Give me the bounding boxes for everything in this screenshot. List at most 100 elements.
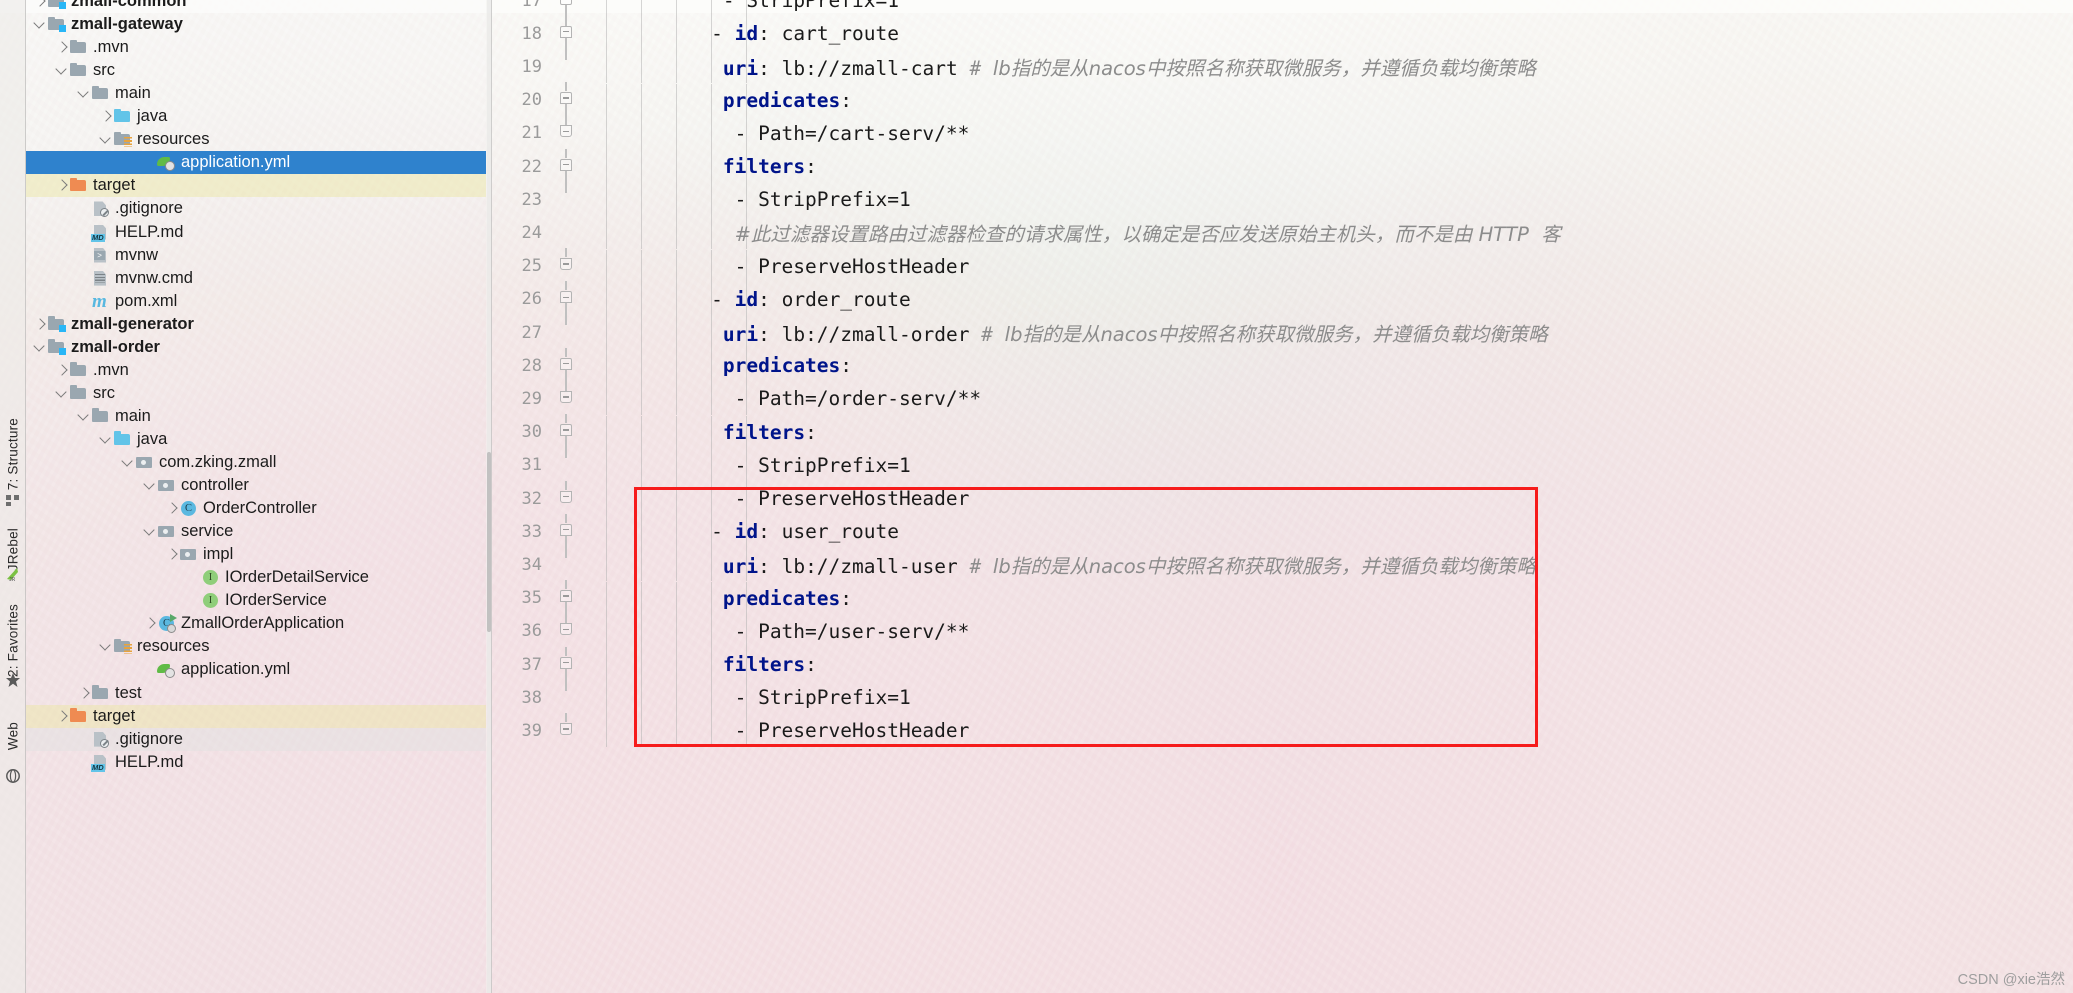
code-fold-marker[interactable] [558, 613, 574, 640]
chevron-right-icon[interactable] [32, 317, 47, 332]
tree-node[interactable]: zmall-generator [26, 313, 486, 336]
chevron-right-icon[interactable] [54, 709, 69, 724]
code-fold-marker[interactable] [558, 82, 574, 127]
tree-node[interactable]: test [26, 682, 486, 705]
code-fold-marker[interactable] [558, 712, 574, 740]
chevron-down-icon[interactable] [76, 86, 91, 101]
code-line[interactable]: 29 - Path=/order-serv/** [486, 380, 2073, 416]
tree-node[interactable]: application.yml [26, 151, 486, 175]
code-fold-marker[interactable] [558, 513, 574, 558]
chevron-right-icon[interactable] [98, 109, 113, 124]
tree-node[interactable]: pom.xml [26, 290, 486, 313]
code-line[interactable]: 23 - StripPrefix=1 [486, 183, 2073, 217]
code-fold-marker[interactable] [558, 281, 574, 326]
code-line[interactable]: 36 - Path=/user-serv/** [486, 613, 2073, 648]
chevron-down-icon[interactable] [32, 17, 47, 32]
left-tool-window-strip[interactable]: 7: Structure JRebel JR 2: Favorites Web [0, 0, 26, 993]
tree-node[interactable]: zmall-common [26, 0, 486, 13]
tree-node[interactable]: OrderController [26, 497, 486, 520]
chevron-down-icon[interactable] [142, 478, 157, 493]
code-line[interactable]: 28 predicates: [486, 347, 2073, 392]
chevron-right-icon[interactable] [54, 363, 69, 378]
project-tool-window[interactable]: zmall-common zmall-gateway .mvn src main java… [26, 0, 486, 993]
code-line[interactable]: 18 - id: cart_route [486, 15, 2073, 60]
chevron-right-icon[interactable] [164, 501, 179, 516]
chevron-down-icon[interactable] [98, 132, 113, 147]
chevron-right-icon[interactable] [142, 616, 157, 631]
chevron-down-icon[interactable] [32, 340, 47, 355]
code-line[interactable]: 21 - Path=/cart-serv/** [486, 115, 2073, 150]
tree-node[interactable]: service [26, 520, 486, 543]
chevron-down-icon[interactable] [98, 432, 113, 447]
tree-node[interactable]: .gitignore [26, 197, 486, 220]
tool-tab-jrebel[interactable]: JRebel [5, 528, 20, 571]
code-line[interactable]: 39 - PreserveHostHeader [486, 712, 2073, 748]
code-fold-marker[interactable] [558, 480, 574, 508]
code-line[interactable]: 38 - StripPrefix=1 [486, 681, 2073, 715]
code-line[interactable]: 22 filters: [486, 148, 2073, 193]
tree-node[interactable]: MD HELP.md [26, 751, 486, 774]
code-line[interactable]: 26 - id: order_route [486, 281, 2073, 326]
chevron-right-icon[interactable] [54, 178, 69, 193]
chevron-right-icon[interactable] [54, 40, 69, 55]
tree-node[interactable]: > mvnw [26, 244, 486, 267]
code-fold-marker[interactable] [558, 414, 574, 459]
tree-node[interactable]: mvnw.cmd [26, 267, 486, 290]
chevron-down-icon[interactable] [98, 639, 113, 654]
code-fold-marker[interactable] [558, 646, 574, 691]
tree-node[interactable]: com.zking.zmall [26, 451, 486, 474]
code-line[interactable]: 20 predicates: [486, 82, 2073, 127]
code-fold-marker[interactable] [558, 580, 574, 625]
chevron-right-icon[interactable] [76, 686, 91, 701]
tree-node[interactable]: src [26, 382, 486, 405]
tree-node[interactable]: ZmallOrderApplication [26, 612, 486, 635]
tree-node[interactable]: controller [26, 474, 486, 497]
tree-node[interactable]: MD HELP.md [26, 221, 486, 244]
tree-node[interactable]: zmall-order [26, 336, 486, 359]
code-line[interactable]: 32 - PreserveHostHeader [486, 480, 2073, 515]
tree-node[interactable]: IOrderService [26, 589, 486, 612]
code-line[interactable]: 35 predicates: [486, 580, 2073, 625]
tree-node[interactable]: target [26, 704, 486, 728]
tree-node[interactable]: application.yml [26, 658, 486, 681]
tree-node[interactable]: .gitignore [26, 727, 486, 751]
tree-node[interactable]: resources [26, 635, 486, 658]
code-line[interactable]: 34 uri: lb://zmall-user # lb指的是从nacos中按照名… [486, 548, 2073, 582]
tree-node[interactable]: main [26, 82, 486, 105]
tree-node[interactable]: target [26, 174, 486, 198]
tree-node[interactable]: java [26, 105, 486, 128]
chevron-right-icon[interactable] [164, 547, 179, 562]
chevron-right-icon[interactable] [32, 0, 47, 9]
tree-node[interactable]: .mvn [26, 36, 486, 59]
tool-tab-favorites[interactable]: 2: Favorites [5, 604, 20, 677]
chevron-down-icon[interactable] [142, 524, 157, 539]
code-fold-marker[interactable] [558, 0, 574, 27]
chevron-down-icon[interactable] [54, 63, 69, 78]
code-line[interactable]: 19 uri: lb://zmall-cart # lb指的是从nacos中按照名… [486, 50, 2073, 84]
code-line[interactable]: 24 #此过滤器设置路由过滤器检查的请求属性，以确定是否应发送原始主机头，而不是由… [486, 216, 2073, 250]
chevron-down-icon[interactable] [54, 386, 69, 401]
tree-node[interactable]: java [26, 428, 486, 451]
code-fold-marker[interactable] [558, 248, 574, 275]
tree-node[interactable]: main [26, 405, 486, 428]
chevron-down-icon[interactable] [76, 409, 91, 424]
code-fold-marker[interactable] [558, 148, 574, 193]
code-line[interactable]: 30 filters: [486, 414, 2073, 459]
tree-node[interactable]: .mvn [26, 359, 486, 382]
tree-node[interactable]: impl [26, 543, 486, 566]
tree-node[interactable]: IOrderDetailService [26, 566, 486, 589]
code-editor[interactable]: 17- StripPrefix=1 18- id: cart_route 19 uri… [486, 0, 2073, 993]
code-line[interactable]: 27 uri: lb://zmall-order # lb指的是从nacos中按照… [486, 316, 2073, 349]
tree-node[interactable]: src [26, 59, 486, 82]
chevron-down-icon[interactable] [120, 455, 135, 470]
code-line[interactable]: 31 - StripPrefix=1 [486, 448, 2073, 482]
tool-tab-web[interactable]: Web [5, 722, 20, 750]
code-fold-marker[interactable] [558, 115, 574, 142]
code-line[interactable]: 37 filters: [486, 646, 2073, 691]
tree-node[interactable]: zmall-gateway [26, 13, 486, 36]
code-fold-marker[interactable] [558, 347, 574, 392]
code-fold-marker[interactable] [558, 15, 574, 60]
code-line[interactable]: 33 - id: user_route [486, 513, 2073, 558]
code-line[interactable]: 25 - PreserveHostHeader [486, 248, 2073, 283]
code-fold-marker[interactable] [558, 380, 574, 408]
